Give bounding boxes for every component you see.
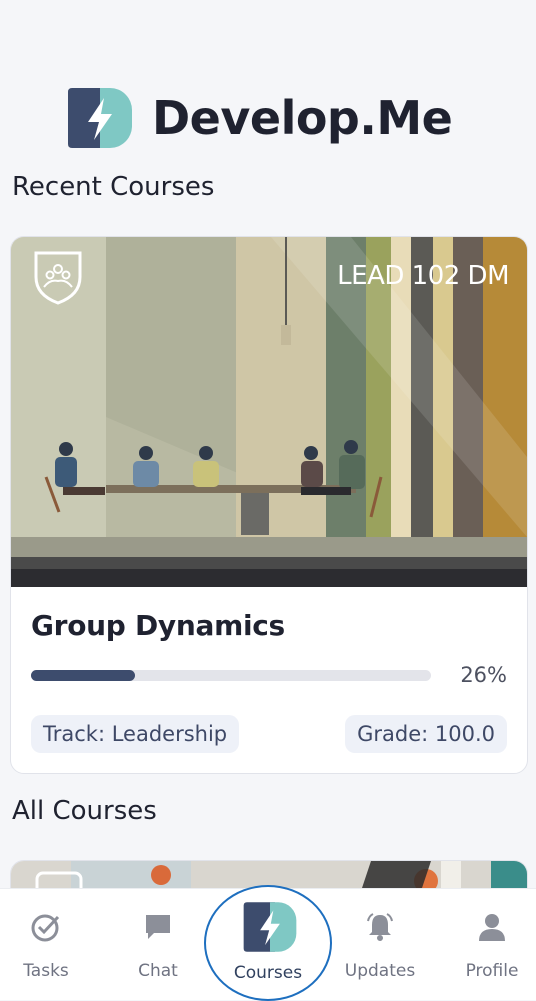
shield-people-icon: [34, 251, 82, 305]
nav-courses[interactable]: Courses: [204, 885, 332, 1001]
grade-chip: Grade: 100.0: [345, 715, 507, 753]
course-code: LEAD 102 DM: [337, 261, 509, 291]
brand-logo-icon: [243, 902, 297, 952]
check-circle-icon: [31, 914, 60, 942]
bottom-navigation: Tasks Chat Courses Updates Profile: [0, 885, 536, 1001]
track-chip: Track: Leadership: [31, 715, 240, 753]
recent-course-card[interactable]: LEAD 102 DM Group Dynamics 26% Track: Le…: [10, 236, 528, 774]
all-courses-heading: All Courses: [12, 796, 157, 826]
nav-courses-label: Courses: [233, 963, 303, 983]
course-title: Group Dynamics: [31, 609, 285, 642]
app-header-logo: Develop.Me: [66, 84, 453, 152]
person-icon: [479, 914, 505, 941]
course-progress-fill: [31, 670, 135, 681]
recent-courses-heading: Recent Courses: [12, 172, 215, 202]
bell-icon: [367, 913, 393, 941]
nav-tasks[interactable]: Tasks: [0, 889, 96, 1000]
nav-updates[interactable]: Updates: [330, 889, 430, 1000]
nav-chat-label: Chat: [138, 961, 178, 981]
chat-bubble-icon: [146, 915, 170, 939]
nav-profile[interactable]: Profile: [442, 889, 536, 1000]
brand-logo-icon: [68, 88, 132, 148]
course-progress-percent: 26%: [460, 663, 507, 687]
brand-name: Develop.Me: [152, 91, 453, 145]
nav-tasks-label: Tasks: [23, 961, 69, 981]
nav-updates-label: Updates: [344, 961, 416, 981]
nav-profile-label: Profile: [465, 961, 519, 981]
course-progress-bar: [31, 670, 431, 681]
nav-chat[interactable]: Chat: [108, 889, 208, 1000]
